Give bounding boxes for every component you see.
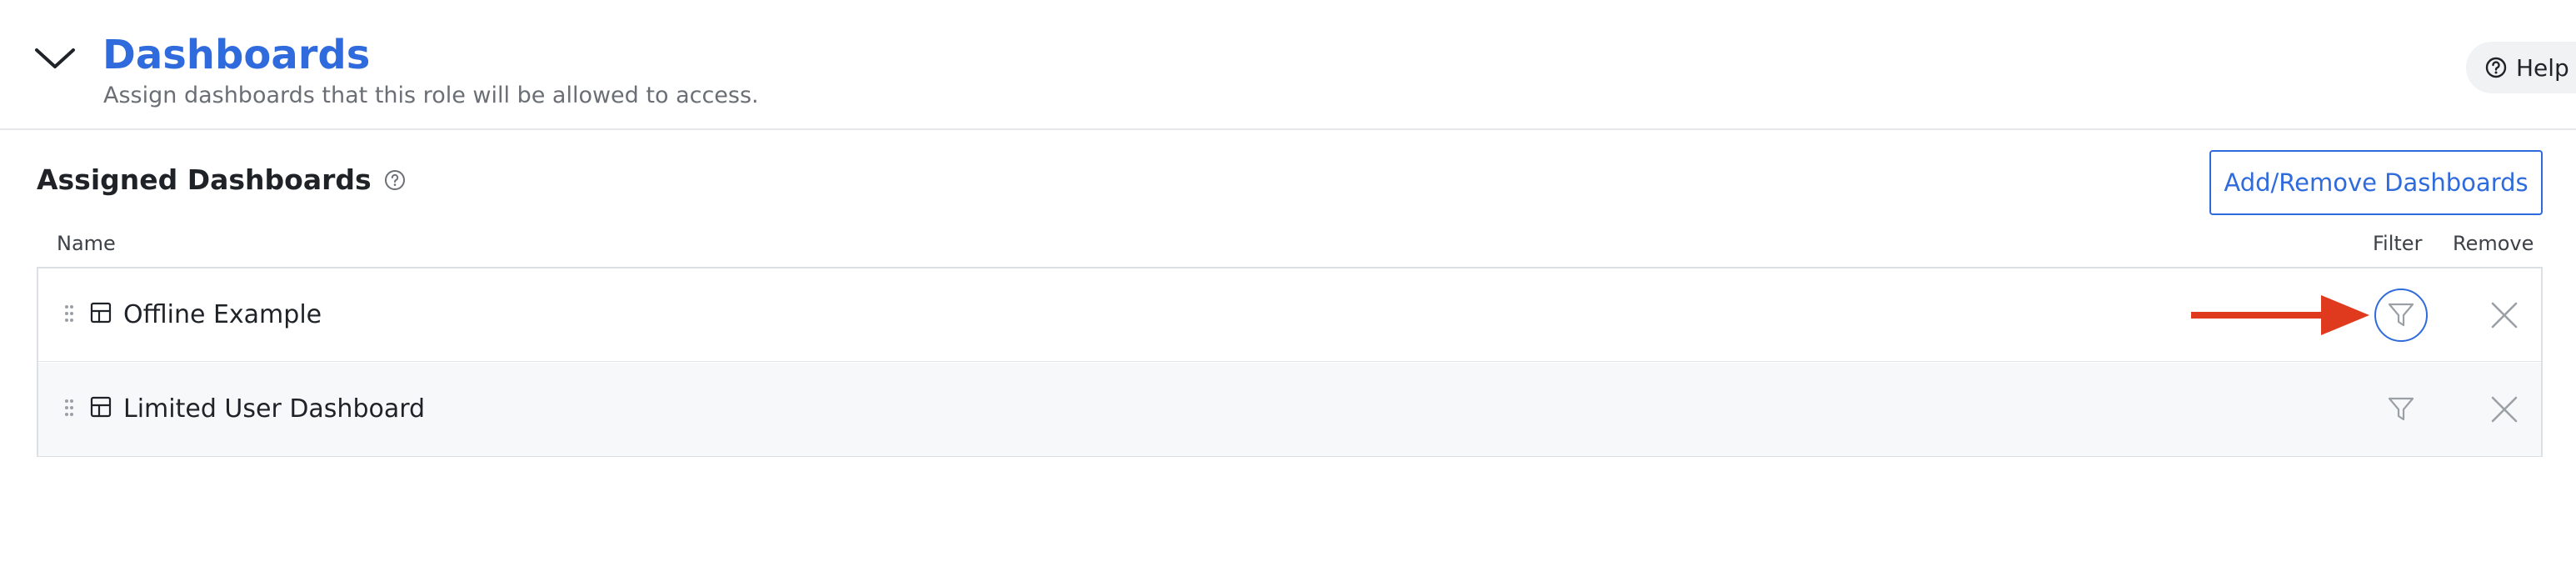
assigned-dashboards-heading: Assigned Dashboards [37,163,407,197]
column-header-remove: Remove [2453,232,2534,255]
dashboard-name: Limited User Dashboard [123,394,426,424]
column-header-name: Name [57,232,116,255]
assigned-dashboards-title: Assigned Dashboards [37,163,372,196]
close-icon [2491,302,2518,329]
dashboard-icon [90,302,112,324]
assigned-dashboards-table: Offline Example Limited User Dashboard [37,267,2543,457]
drag-handle-icon[interactable] [63,398,75,418]
table-row: Limited User Dashboard [38,363,2541,456]
column-header-filter: Filter [2373,232,2423,255]
add-remove-dashboards-button[interactable]: Add/Remove Dashboards [2209,150,2543,215]
remove-button[interactable] [2478,289,2531,342]
question-circle-icon[interactable] [383,168,407,192]
dashboards-role-settings: Dashboards Assign dashboards that this r… [0,0,2576,572]
chevron-down-icon [35,48,75,68]
dashboard-name: Offline Example [123,300,322,329]
filter-button[interactable] [2374,383,2428,436]
annotation-arrow-icon [2191,295,2369,335]
help-label: Help [2516,53,2569,82]
filter-icon [2388,397,2414,421]
page-title: Dashboards [102,32,371,78]
help-icon [2485,57,2507,78]
table-row: Offline Example [38,268,2541,362]
collapse-toggle[interactable] [30,37,80,80]
remove-button[interactable] [2478,383,2531,436]
close-icon [2491,396,2518,423]
section-header: Dashboards Assign dashboards that this r… [0,0,2576,130]
help-button[interactable]: Help [2466,42,2576,93]
filter-icon [2388,303,2414,327]
dashboard-icon [90,396,112,418]
drag-handle-icon[interactable] [63,304,75,324]
page-subtitle: Assign dashboards that this role will be… [103,83,759,108]
filter-button[interactable] [2374,289,2428,342]
